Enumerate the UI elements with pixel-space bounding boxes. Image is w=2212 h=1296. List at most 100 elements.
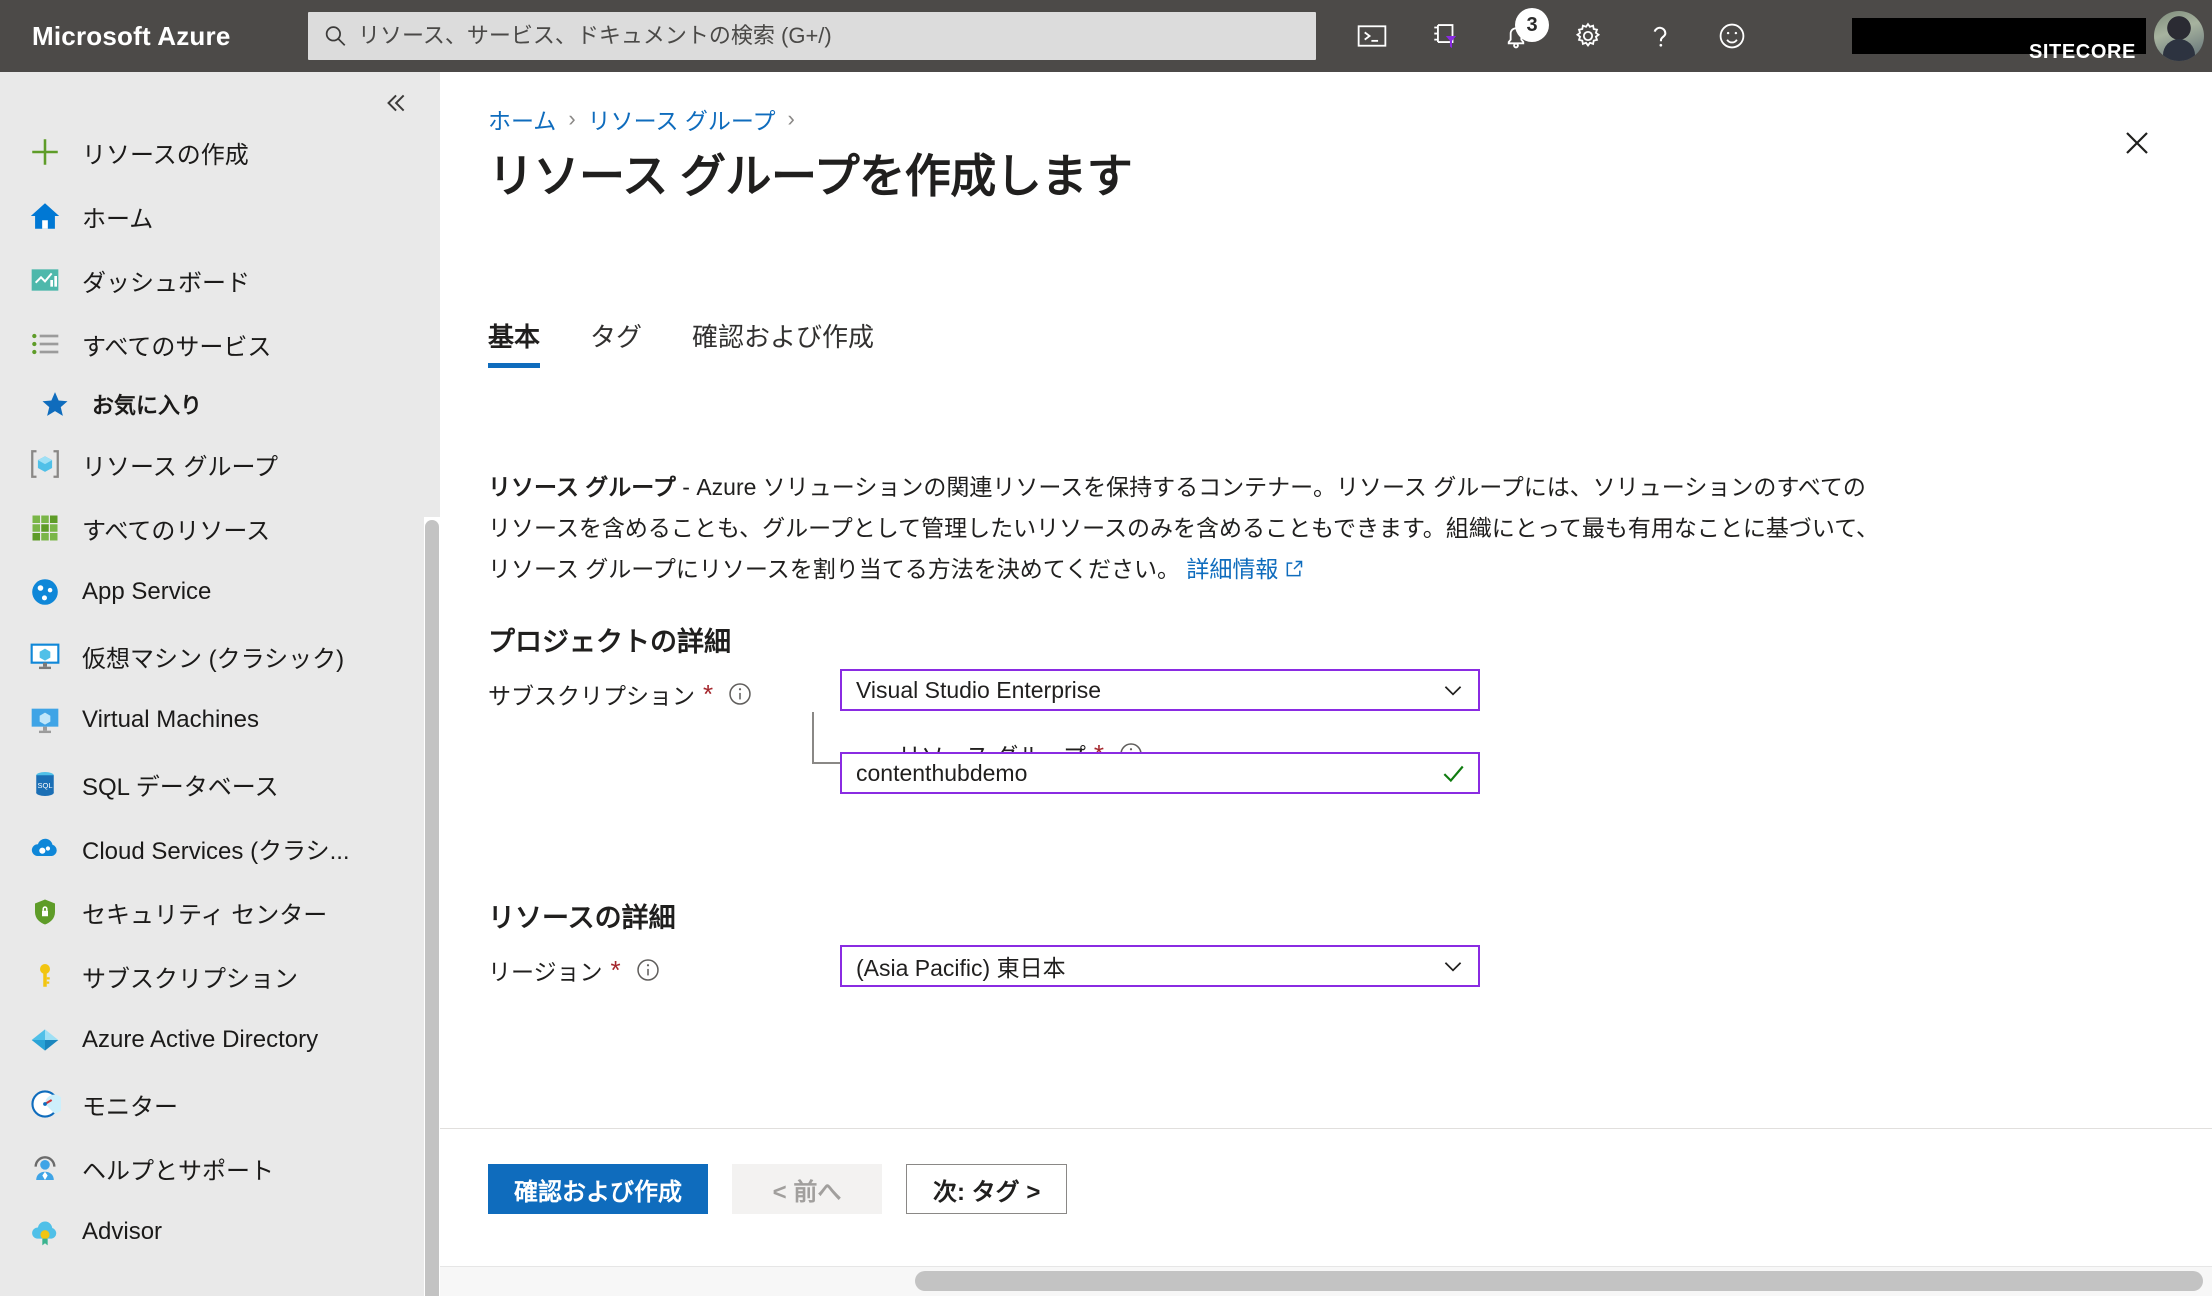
account-organization: SITECORE [2028,41,2136,63]
sidebar-item-monitor[interactable]: モニター [0,1072,440,1136]
sidebar-item-label: ホーム [82,205,154,233]
section-heading-resource-details: リソースの詳細 [488,903,676,933]
app-service-icon [26,573,64,611]
resource-group-name-input[interactable]: contenthubdemo [840,752,1480,794]
top-navigation-bar: Microsoft Azure リソース、サービス、ドキュメントの検索 (G+/… [0,0,2212,72]
description-body: - Azure ソリューションの関連リソースを保持するコンテナー。リソース グル… [488,474,1880,582]
subscription-dropdown[interactable]: Visual Studio Enterprise [840,669,1480,711]
azure-portal-window: Microsoft Azure リソース、サービス、ドキュメントの検索 (G+/… [0,0,2212,1296]
cloud-services-icon [26,829,64,867]
global-search-box[interactable] [308,12,1316,60]
external-link-icon [1284,551,1304,592]
sidebar-item-label: サブスクリプション [82,965,298,993]
sidebar-item-advisor[interactable]: Advisor [0,1200,440,1264]
subscriptions-key-icon [26,957,64,995]
sidebar-item-label: Advisor [82,1218,163,1245]
sidebar-item-label: すべてのリソース [82,517,271,545]
tab-review-create[interactable]: 確認および作成 [692,317,900,368]
sidebar-item-label: リソースの作成 [82,141,249,169]
tab-basics[interactable]: 基本 [488,317,566,368]
help-support-icon [26,1149,64,1187]
sidebar-item-label: Cloud Services (クラシ... [82,837,350,865]
info-icon[interactable] [727,681,753,707]
sidebar-item-label: リソース グループ [82,453,279,481]
sidebar-item-label: セキュリティ センター [82,901,328,929]
field-label-text: サブスクリプション [488,683,695,709]
footer-divider [440,1128,2212,1129]
sidebar-item-create-resource[interactable]: リソースの作成 [0,120,440,184]
sidebar-item-subscriptions[interactable]: サブスクリプション [0,944,440,1008]
sidebar-item-label: SQL データベース [82,773,279,801]
sidebar-item-label: Azure Active Directory [82,1026,319,1053]
all-resources-icon [26,509,64,547]
tab-tags[interactable]: タグ [590,317,668,368]
sidebar-item-label: Virtual Machines [82,706,259,733]
blade-description: リソース グループ - Azure ソリューションの関連リソースを保持するコンテ… [488,467,1888,592]
monitor-icon [26,1085,64,1123]
breadcrumb-item-home[interactable]: ホーム [488,102,556,136]
notification-count-badge: 3 [1515,8,1549,42]
sidebar-scrollbar-thumb[interactable] [425,520,439,1296]
page-title: リソース グループを作成します [488,150,1133,202]
review-create-button[interactable]: 確認および作成 [488,1164,708,1214]
region-dropdown[interactable]: (Asia Pacific) 東日本 [840,945,1480,987]
advisor-icon [26,1213,64,1251]
horizontal-scrollbar-thumb[interactable] [915,1271,2203,1291]
sidebar-item-all-resources[interactable]: すべてのリソース [0,496,440,560]
azure-brand-logo[interactable]: Microsoft Azure [32,21,272,52]
cloud-shell-icon[interactable] [1355,19,1389,53]
sidebar-item-all-services[interactable]: すべてのサービス [0,312,440,376]
section-heading-project-details: プロジェクトの詳細 [488,627,731,657]
home-icon [26,197,64,235]
help-question-icon[interactable] [1643,19,1677,53]
sidebar-item-security-center[interactable]: セキュリティ センター [0,880,440,944]
region-value: (Asia Pacific) 東日本 [856,955,1066,981]
security-center-icon [26,893,64,931]
sidebar-item-label: すべてのサービス [82,333,272,361]
notifications-bell-icon[interactable]: 3 [1499,8,1549,53]
avatar[interactable] [2154,11,2204,61]
sidebar-item-resource-groups[interactable]: リソース グループ [0,432,440,496]
settings-gear-icon[interactable] [1571,19,1605,53]
topbar-icon-group: 3 [1355,0,1749,72]
check-icon [1440,760,1466,786]
chevron-double-left-icon[interactable] [378,86,412,120]
sidebar-item-label: モニター [82,1093,178,1121]
virtual-machines-icon [26,701,64,739]
sidebar-nav-list: リソースの作成 ホーム ダッシュボード すべてのサービス お気に入り リソース … [0,120,440,1264]
breadcrumb: ホーム › リソース グループ › [488,102,795,136]
sidebar-item-virtual-machines-classic[interactable]: 仮想マシン (クラシック) [0,624,440,688]
left-navigation-sidebar: リソースの作成 ホーム ダッシュボード すべてのサービス お気に入り リソース … [0,72,440,1296]
breadcrumb-item-resource-groups[interactable]: リソース グループ [588,102,776,136]
directory-filter-icon[interactable] [1427,19,1461,53]
close-icon[interactable] [2114,120,2160,166]
sidebar-item-sql-database[interactable]: SQL SQL データベース [0,752,440,816]
sql-database-icon: SQL [26,765,64,803]
resource-group-name-value: contenthubdemo [856,759,1028,786]
virtual-machine-classic-icon [26,637,64,675]
sidebar-item-cloud-services[interactable]: Cloud Services (クラシ... [0,816,440,880]
previous-button: < 前へ [732,1164,882,1214]
blade-tabs: 基本 タグ 確認および作成 [488,317,924,368]
field-label-region: リージョン * [488,946,661,994]
search-icon [322,23,348,49]
sidebar-item-help-support[interactable]: ヘルプとサポート [0,1136,440,1200]
account-area[interactable]: SITECORE [1852,0,2204,72]
blade-footer-actions: 確認および作成 < 前へ 次: タグ > [488,1164,1068,1214]
info-icon[interactable] [635,957,661,983]
next-tags-button[interactable]: 次: タグ > [906,1164,1068,1214]
sidebar-item-app-service[interactable]: App Service [0,560,440,624]
description-lead: リソース グループ [488,474,676,500]
feedback-smiley-icon[interactable] [1715,19,1749,53]
plus-icon [26,133,64,171]
sidebar-item-virtual-machines[interactable]: Virtual Machines [0,688,440,752]
search-input[interactable] [356,22,1302,50]
sidebar-item-dashboard[interactable]: ダッシュボード [0,248,440,312]
sidebar-item-home[interactable]: ホーム [0,184,440,248]
learn-more-link[interactable]: 詳細情報 [1186,556,1278,582]
sidebar-item-azure-active-directory[interactable]: Azure Active Directory [0,1008,440,1072]
field-label-text: リージョン [488,959,603,985]
sidebar-item-label: App Service [82,578,212,605]
star-icon [36,385,74,423]
chevron-down-icon [1440,953,1466,979]
